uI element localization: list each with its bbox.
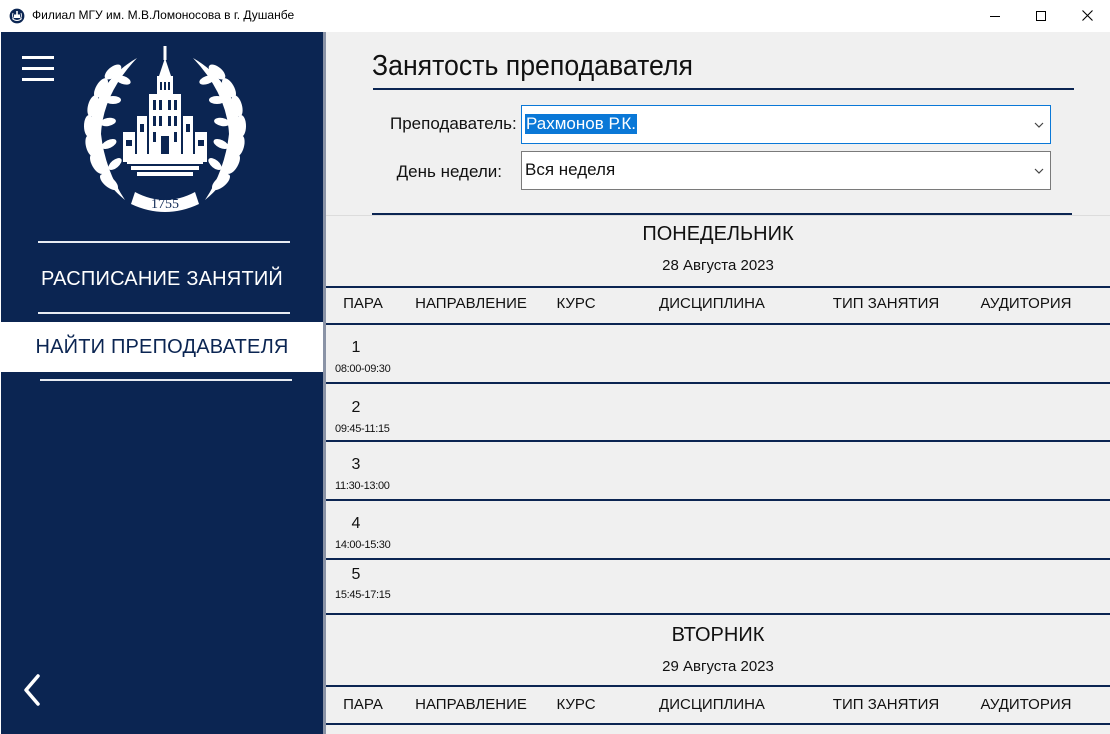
table-rule [326,685,1110,687]
sidebar-item-find-teacher[interactable]: НАЙТИ ПРЕПОДАВАТЕЛЯ [1,322,323,372]
table-row-divider [326,440,1110,442]
sidebar-item-label: НАЙТИ ПРЕПОДАВАТЕЛЯ [35,335,289,358]
column-header-course: КУРС [556,696,596,713]
column-header-direction: НАПРАВЛЕНИЕ [415,696,527,713]
close-button[interactable] [1064,0,1110,31]
column-header-period: ПАРА [343,696,383,713]
chevron-left-icon [24,674,40,706]
sidebar-item-label: РАСПИСАНИЕ ЗАНЯТИЙ [40,267,284,290]
logo-year: 1755 [151,197,179,212]
page-title: Занятость преподавателя [372,50,694,82]
window-titlebar: Филиал МГУ им. М.В.Ломоносова в г. Душан… [0,0,1110,32]
msu-app-icon [9,8,25,24]
day-date: 29 Августа 2023 [662,658,774,675]
title-underline [373,88,1074,90]
sidebar-divider [40,379,292,381]
day-date: 28 Августа 2023 [662,257,774,274]
hamburger-icon [22,56,54,59]
table-rule [326,723,1110,725]
chevron-down-icon [1034,168,1044,174]
teacher-label: Преподаватель: [390,114,517,133]
schedule-area[interactable]: ПОНЕДЕЛЬНИК 28 Августа 2023 ПАРА НАПРАВЛ… [326,215,1110,734]
minimize-button[interactable] [972,0,1018,31]
period-time: 15:45-17:15 [335,589,391,601]
column-header-lesson-type: ТИП ЗАНЯТИЯ [832,295,940,312]
hamburger-menu-button[interactable] [22,54,56,84]
back-button[interactable] [19,670,45,710]
day-heading: ВТОРНИК [671,624,765,646]
column-header-lesson-type: ТИП ЗАНЯТИЯ [832,696,940,713]
chevron-down-icon [1034,122,1044,128]
period-time: 14:00-15:30 [335,539,391,551]
column-header-discipline: ДИСЦИПЛИНА [659,295,765,312]
day-heading: ПОНЕДЕЛЬНИК [642,223,794,245]
period-time: 08:00-09:30 [335,363,391,375]
sidebar-item-schedule[interactable]: РАСПИСАНИЕ ЗАНЯТИЙ [1,254,323,304]
column-header-period: ПАРА [343,295,383,312]
period-time: 11:30-13:00 [335,480,390,492]
close-icon [1081,10,1093,21]
table-row-divider [326,558,1110,560]
period-number: 2 [351,399,361,416]
day-label: День недели: [396,162,502,181]
table-row-divider [326,499,1110,501]
period-number: 1 [351,339,361,356]
maximize-icon [1036,10,1046,21]
column-header-course: КУРС [556,295,596,312]
sidebar-divider [38,312,290,314]
teacher-combobox[interactable]: Рахмонов Р.К. [521,105,1051,144]
main-panel: Занятость преподавателя Преподаватель: Р… [326,32,1110,734]
msu-logo: 1755 [84,46,246,212]
day-combobox[interactable]: Вся неделя [521,151,1051,190]
minimize-icon [990,15,1000,17]
table-row-divider [326,382,1110,384]
column-header-direction: НАПРАВЛЕНИЕ [415,295,527,312]
sidebar: 1755 РАСПИСАНИЕ ЗАНЯТИЙ НАЙТИ ПРЕПОДАВАТ… [1,32,323,734]
sidebar-divider [38,241,290,243]
teacher-combobox-value: Рахмонов Р.К. [525,114,637,134]
period-number: 3 [351,456,361,473]
window-title: Филиал МГУ им. М.В.Ломоносова в г. Душан… [32,8,295,22]
day-combobox-value: Вся неделя [525,160,616,179]
column-header-room: АУДИТОРИЯ [980,696,1072,713]
table-rule [326,613,1110,615]
period-time: 09:45-11:15 [335,423,390,435]
period-number: 5 [351,566,361,583]
period-number: 4 [351,515,361,532]
column-header-discipline: ДИСЦИПЛИНА [659,696,765,713]
column-header-room: АУДИТОРИЯ [980,295,1072,312]
maximize-button[interactable] [1018,0,1064,31]
table-rule [326,323,1110,325]
table-rule [326,286,1110,288]
